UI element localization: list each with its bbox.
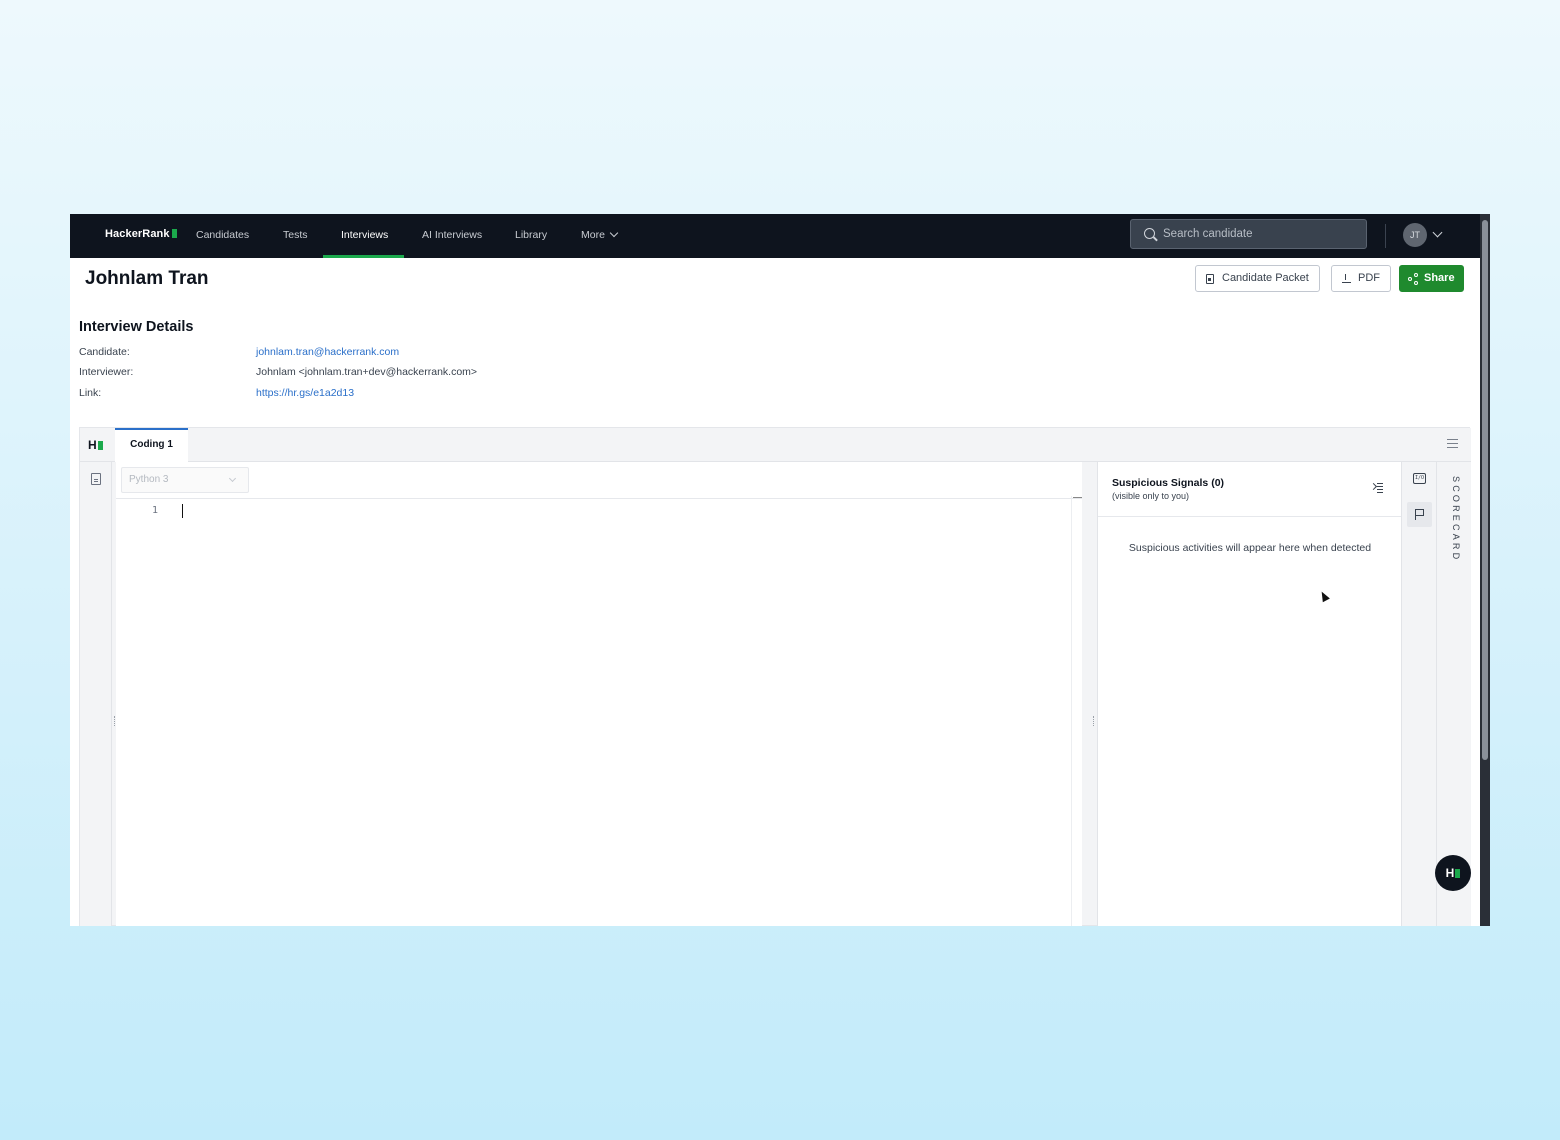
nav-ai-interviews[interactable]: AI Interviews bbox=[422, 214, 482, 258]
search-input[interactable] bbox=[1130, 219, 1367, 249]
avatar[interactable]: JT bbox=[1403, 223, 1427, 247]
signals-empty-message: Suspicious activities will appear here w… bbox=[1128, 542, 1372, 554]
language-value: Python 3 bbox=[129, 474, 169, 485]
text-cursor bbox=[182, 504, 183, 518]
pdf-button[interactable]: PDF bbox=[1331, 265, 1391, 292]
logo-mark-icon bbox=[97, 441, 103, 450]
nav-tests[interactable]: Tests bbox=[283, 214, 308, 258]
flag-icon[interactable] bbox=[1415, 509, 1424, 520]
code-pad: H Coding 1 Python 3 1 Suspicious Signals… bbox=[79, 427, 1471, 926]
interviewer-value: Johnlam <johnlam.tran+dev@hackerrank.com… bbox=[256, 366, 478, 378]
logo-mark-icon bbox=[171, 229, 177, 238]
active-tab-indicator bbox=[323, 255, 404, 258]
search-icon bbox=[1144, 228, 1155, 239]
tab-coding-1[interactable]: Coding 1 bbox=[115, 428, 188, 462]
top-nav: HackerRank Candidates Tests Interviews A… bbox=[70, 214, 1490, 258]
document-icon[interactable] bbox=[91, 473, 101, 485]
scorecard-label[interactable]: SCORECARD bbox=[1447, 476, 1461, 562]
left-rail bbox=[80, 462, 112, 926]
page-title: Johnlam Tran bbox=[85, 268, 209, 289]
editor-scrollbar[interactable] bbox=[1071, 496, 1082, 926]
resize-handle[interactable] bbox=[1093, 716, 1095, 726]
menu-icon[interactable] bbox=[1447, 439, 1458, 448]
ide-tab-bar: H Coding 1 bbox=[80, 428, 1471, 462]
nav-divider bbox=[1385, 224, 1386, 248]
candidate-packet-label: Candidate Packet bbox=[1222, 272, 1309, 284]
share-icon bbox=[1408, 273, 1419, 285]
hackerrank-help-button[interactable]: H bbox=[1435, 855, 1471, 891]
signals-subtitle: (visible only to you) bbox=[1112, 491, 1190, 501]
ide-logo: H bbox=[88, 438, 103, 452]
io-icon[interactable]: I/O bbox=[1413, 473, 1426, 484]
app-window: HackerRank Candidates Tests Interviews A… bbox=[70, 214, 1490, 926]
suspicious-signals-panel: Suspicious Signals (0) (visible only to … bbox=[1097, 462, 1402, 926]
logo-mark-icon bbox=[1455, 869, 1461, 878]
nav-more-label: More bbox=[581, 229, 605, 241]
logo-text: HackerRank bbox=[105, 228, 170, 240]
tool-rail: I/O bbox=[1401, 462, 1436, 926]
window-scrollbar-thumb[interactable] bbox=[1482, 220, 1488, 760]
interview-details-title: Interview Details bbox=[79, 319, 194, 335]
pdf-label: PDF bbox=[1358, 272, 1380, 284]
chevron-down-icon[interactable] bbox=[1432, 227, 1443, 238]
signals-divider bbox=[1098, 516, 1402, 517]
chevron-down-icon bbox=[609, 228, 619, 238]
nav-more[interactable]: More bbox=[581, 214, 619, 258]
candidate-packet-button[interactable]: Candidate Packet bbox=[1195, 265, 1320, 292]
share-button[interactable]: Share bbox=[1399, 265, 1464, 292]
candidate-label: Candidate: bbox=[79, 346, 130, 358]
collapse-panel-icon[interactable] bbox=[1371, 483, 1383, 493]
language-select[interactable]: Python 3 bbox=[121, 467, 249, 493]
fab-logo-text: H bbox=[1445, 866, 1455, 880]
link-label: Link: bbox=[79, 387, 102, 399]
candidate-email-link[interactable]: johnlam.tran@hackerrank.com bbox=[256, 346, 399, 358]
packet-icon bbox=[1206, 274, 1214, 284]
chevron-down-icon bbox=[228, 474, 237, 483]
nav-library[interactable]: Library bbox=[515, 214, 547, 258]
editor-divider bbox=[116, 498, 1082, 499]
nav-interviews[interactable]: Interviews bbox=[341, 214, 388, 258]
code-editor[interactable]: Python 3 1 bbox=[116, 462, 1082, 926]
hackerrank-logo[interactable]: HackerRank bbox=[105, 228, 177, 240]
signals-title: Suspicious Signals (0) bbox=[1112, 477, 1225, 489]
share-label: Share bbox=[1424, 272, 1455, 284]
download-icon bbox=[1342, 274, 1351, 284]
ide-logo-text: H bbox=[88, 438, 97, 452]
line-number: 1 bbox=[152, 505, 159, 516]
nav-candidates[interactable]: Candidates bbox=[196, 214, 249, 258]
interviewer-label: Interviewer: bbox=[79, 366, 134, 378]
interview-link[interactable]: https://hr.gs/e1a2d13 bbox=[256, 387, 354, 399]
